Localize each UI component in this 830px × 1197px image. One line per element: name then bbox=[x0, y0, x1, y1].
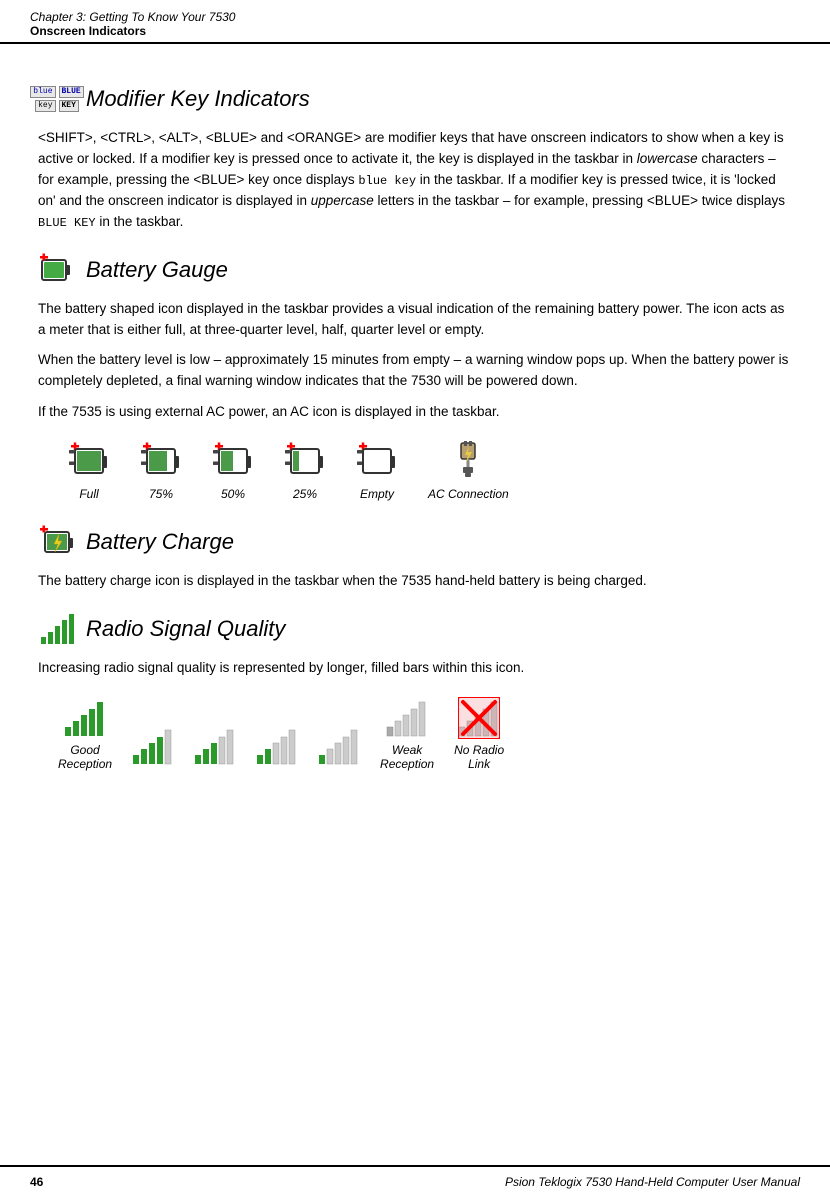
footer-page-number: 46 bbox=[30, 1175, 43, 1189]
battery-charge-section-title: Battery Charge bbox=[86, 529, 234, 555]
battery-gauge-body3: If the 7535 is using external AC power, … bbox=[38, 402, 792, 423]
signal-icon-1bar bbox=[318, 725, 360, 771]
battery-gauge-icon bbox=[38, 251, 76, 289]
battery-label-ac: AC Connection bbox=[428, 487, 509, 501]
radio-signal-section-heading: Radio Signal Quality bbox=[38, 610, 792, 648]
radio-signal-section-title: Radio Signal Quality bbox=[86, 616, 285, 642]
modifier-body: <SHIFT>, <CTRL>, <ALT>, <BLUE> and <ORAN… bbox=[38, 128, 792, 233]
battery-gauge-body1: The battery shaped icon displayed in the… bbox=[38, 299, 792, 341]
signal-icon-4bars bbox=[132, 725, 174, 771]
battery-gauge-section-title: Battery Gauge bbox=[86, 257, 228, 283]
page-header: Chapter 3: Getting To Know Your 7530 Ons… bbox=[0, 0, 830, 44]
battery-icon-full: Full bbox=[68, 441, 110, 501]
battery-gauge-section-heading: Battery Gauge bbox=[38, 251, 792, 289]
signal-label-weak: Weak Reception bbox=[380, 743, 434, 771]
page-footer: 46 Psion Teklogix 7530 Hand-Held Compute… bbox=[0, 1165, 830, 1197]
content-area: blue BLUE key KEY Modifier Key Indicator… bbox=[0, 44, 830, 799]
signal-label-no-link: No Radio Link bbox=[454, 743, 504, 771]
signal-icon-good: Good Reception bbox=[58, 697, 112, 771]
modifier-icon: blue BLUE key KEY bbox=[38, 80, 76, 118]
battery-label-25: 25% bbox=[293, 487, 317, 501]
header-chapter: Chapter 3: Getting To Know Your 7530 bbox=[30, 10, 800, 24]
signal-icons-row: Good Reception bbox=[58, 697, 792, 771]
footer-book-title: Psion Teklogix 7530 Hand-Held Computer U… bbox=[505, 1175, 800, 1189]
battery-icon-75: 75% bbox=[140, 441, 182, 501]
battery-icons-row: Full 75% bbox=[68, 441, 792, 501]
battery-charge-icon bbox=[38, 523, 76, 561]
signal-icon-3bars bbox=[194, 725, 236, 771]
signal-icon-weak: Weak Reception bbox=[380, 697, 434, 771]
signal-label-good: Good Reception bbox=[58, 743, 112, 771]
modifier-section-heading: blue BLUE key KEY Modifier Key Indicator… bbox=[38, 80, 792, 118]
modifier-section-title: Modifier Key Indicators bbox=[86, 86, 310, 112]
battery-charge-body1: The battery charge icon is displayed in … bbox=[38, 571, 792, 592]
battery-label-50: 50% bbox=[221, 487, 245, 501]
battery-label-full: Full bbox=[79, 487, 98, 501]
battery-icon-ac: AC Connection bbox=[428, 441, 509, 501]
battery-label-empty: Empty bbox=[360, 487, 394, 501]
signal-icon-2bars bbox=[256, 725, 298, 771]
battery-icon-25: 25% bbox=[284, 441, 326, 501]
battery-charge-section-heading: Battery Charge bbox=[38, 523, 792, 561]
battery-icon-50: 50% bbox=[212, 441, 254, 501]
header-section: Onscreen Indicators bbox=[30, 24, 800, 38]
battery-icon-empty: Empty bbox=[356, 441, 398, 501]
radio-signal-icon bbox=[38, 610, 76, 648]
battery-gauge-body2: When the battery level is low – approxim… bbox=[38, 350, 792, 392]
signal-icon-no-link: No Radio Link bbox=[454, 697, 504, 771]
battery-label-75: 75% bbox=[149, 487, 173, 501]
radio-signal-body1: Increasing radio signal quality is repre… bbox=[38, 658, 792, 679]
